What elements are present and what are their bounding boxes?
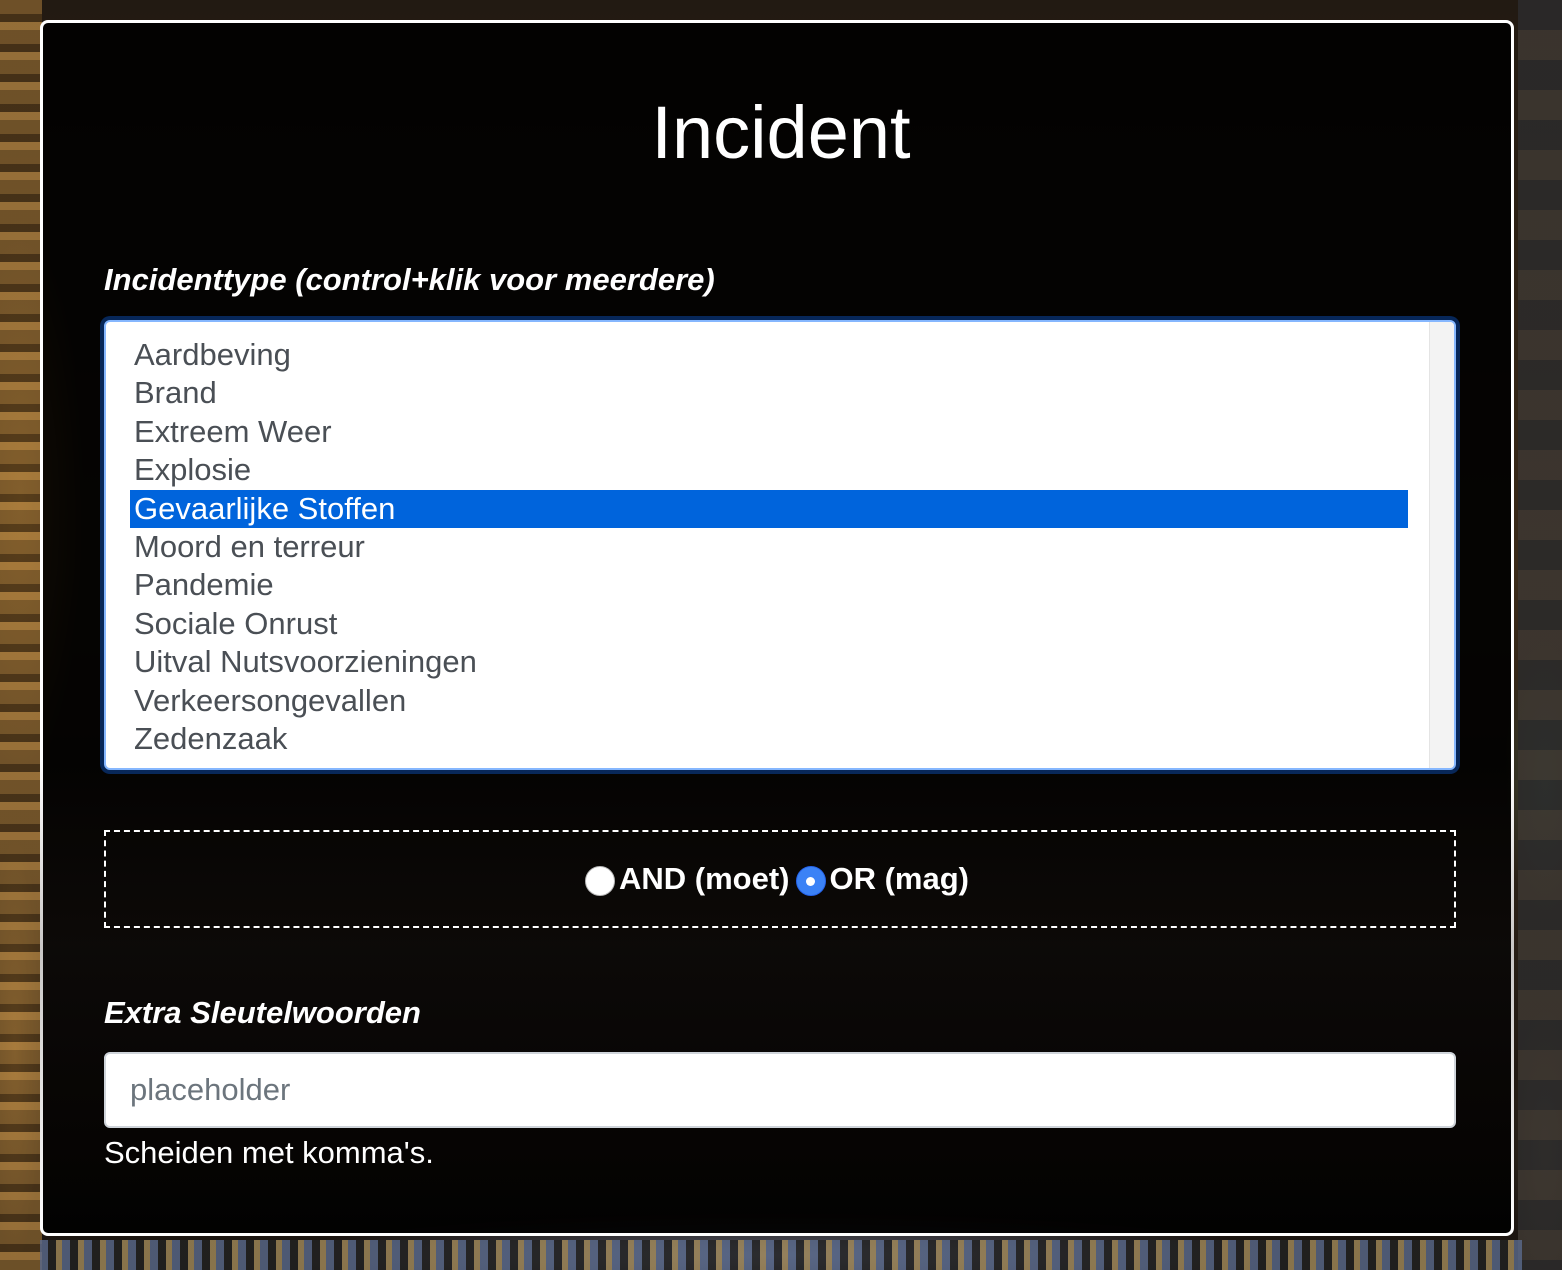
incident-option-extreem-weer[interactable]: Extreem Weer — [130, 413, 1408, 451]
logic-selector: AND (moet) OR (mag) — [104, 830, 1456, 928]
incident-option-brand[interactable]: Brand — [130, 374, 1408, 412]
incident-option-sociale-onrust[interactable]: Sociale Onrust — [130, 605, 1408, 643]
listbox-scrollbar[interactable] — [1429, 322, 1454, 768]
extra-keywords-label: Extra Sleutelwoorden — [104, 995, 421, 1030]
incident-option-aardbeving[interactable]: Aardbeving — [130, 336, 1408, 374]
background-tower — [0, 0, 42, 1270]
and-radio[interactable] — [585, 866, 615, 896]
incident-type-listbox[interactable]: Aardbeving Brand Extreem Weer Explosie G… — [104, 320, 1456, 770]
incident-type-label: Incidenttype (control+klik voor meerdere… — [104, 262, 715, 297]
incident-type-options: Aardbeving Brand Extreem Weer Explosie G… — [106, 322, 1454, 758]
and-radio-label[interactable]: AND (moet) — [619, 859, 790, 899]
or-radio-label[interactable]: OR (mag) — [830, 859, 970, 899]
incident-option-zedenzaak[interactable]: Zedenzaak — [130, 720, 1408, 758]
incident-option-uitval-nutsvoorzieningen[interactable]: Uitval Nutsvoorzieningen — [130, 643, 1408, 681]
incident-option-gevaarlijke-stoffen[interactable]: Gevaarlijke Stoffen — [130, 489, 1408, 528]
keywords-help-text: Scheiden met komma's. — [104, 1135, 434, 1170]
or-radio[interactable] — [795, 866, 826, 896]
incident-option-pandemie[interactable]: Pandemie — [130, 566, 1408, 604]
page-title: Incident — [651, 91, 911, 174]
extra-keywords-input[interactable] — [104, 1052, 1456, 1128]
background-building — [1518, 0, 1562, 1270]
incident-option-verkeersongevallen[interactable]: Verkeersongevallen — [130, 682, 1408, 720]
incident-option-explosie[interactable]: Explosie — [130, 451, 1408, 489]
logic-radio-group: AND (moet) OR (mag) — [585, 859, 975, 899]
background-street — [40, 1240, 1522, 1270]
incident-option-moord-en-terreur[interactable]: Moord en terreur — [130, 528, 1408, 566]
